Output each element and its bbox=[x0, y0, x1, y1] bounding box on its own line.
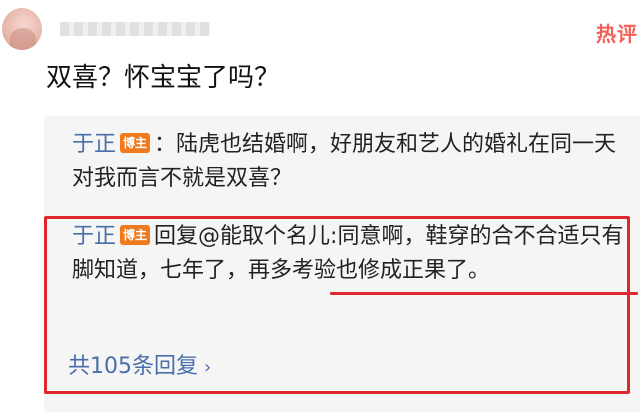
highlight-underline bbox=[330, 292, 638, 295]
reply-author[interactable]: 于正 bbox=[72, 132, 116, 157]
chevron-right-icon: › bbox=[204, 357, 212, 378]
avatar[interactable] bbox=[2, 8, 42, 50]
reply-item: 于正 博主 ：陆虎也结婚啊，好朋友和艺人的婚礼在同一天对我而言不就是双喜？ bbox=[72, 128, 628, 196]
more-replies-link[interactable]: 共105条回复 › bbox=[68, 352, 211, 383]
more-replies-label: 共105条回复 bbox=[68, 354, 198, 379]
comment-text: 双喜？怀宝宝了吗？ bbox=[46, 63, 281, 93]
blurred-username[interactable] bbox=[60, 22, 210, 36]
blogger-badge: 博主 bbox=[120, 133, 151, 153]
reply-separator: ： bbox=[154, 132, 177, 157]
hot-comment-tag: 热评 bbox=[596, 22, 638, 46]
